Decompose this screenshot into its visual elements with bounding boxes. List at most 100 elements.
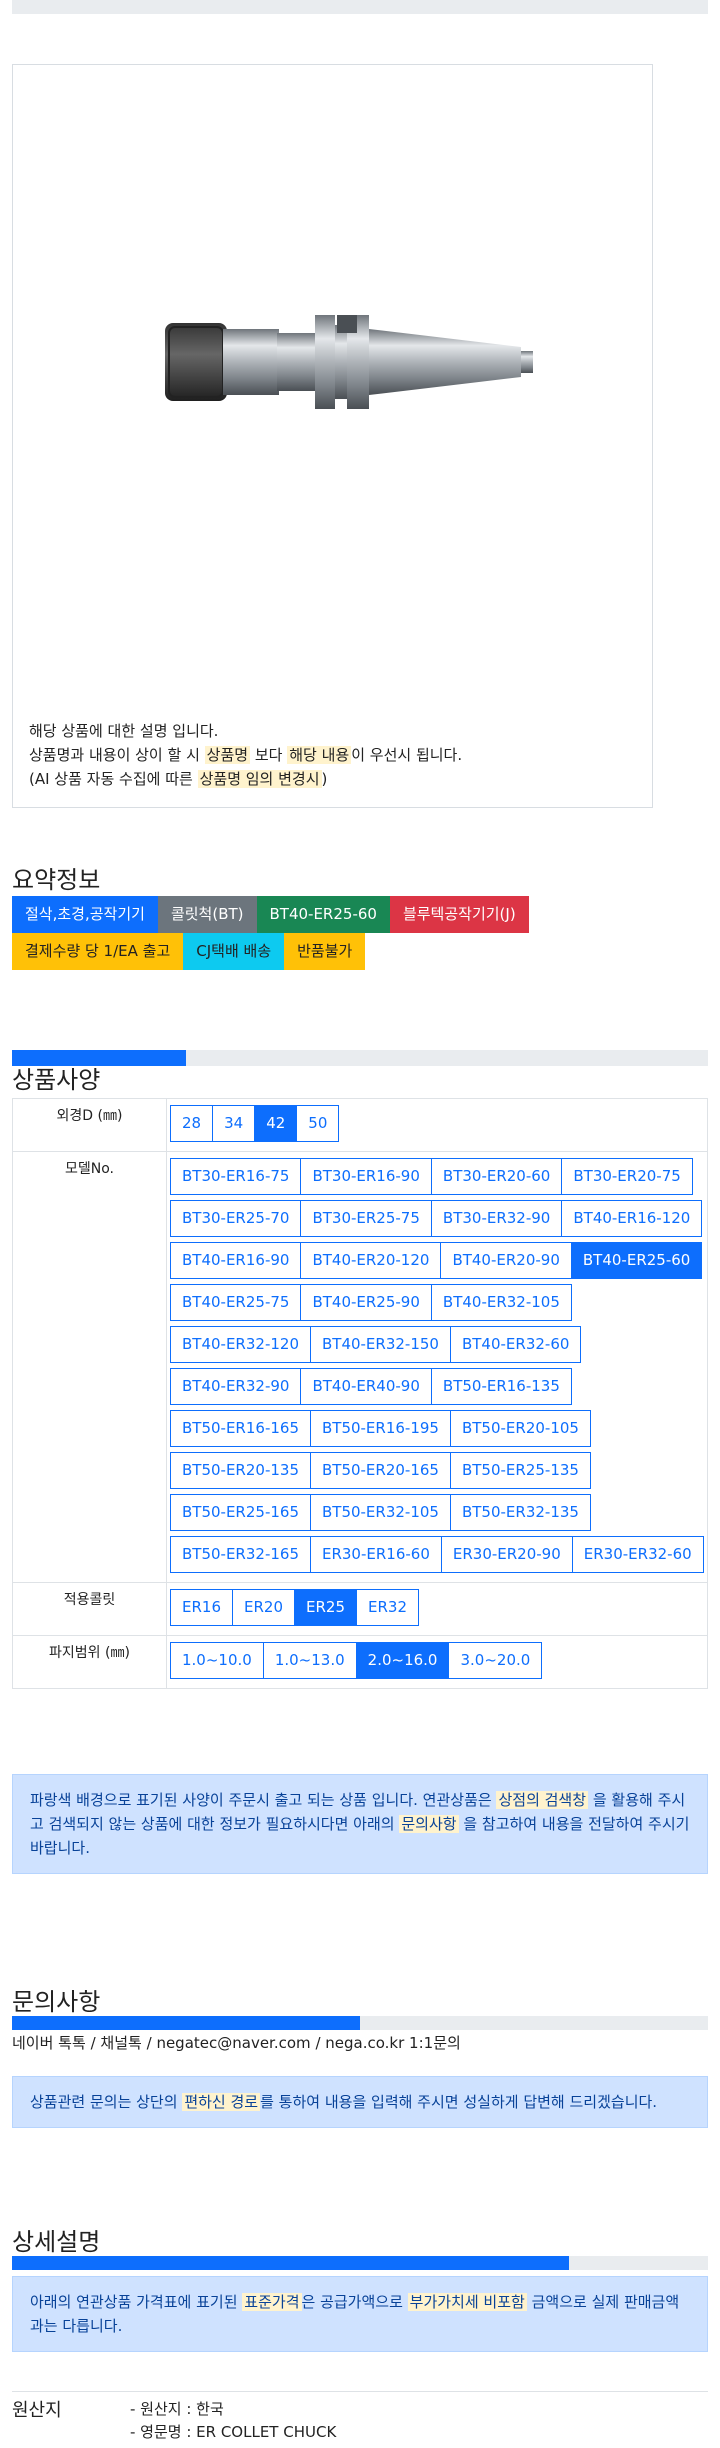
badge-brand[interactable]: 블루텍공작기기(J): [389, 896, 529, 933]
option-button[interactable]: BT30-ER25-70: [170, 1200, 302, 1237]
origin-list: - 원산지 : 한국 - 영문명 : ER COLLET CHUCK: [130, 2398, 336, 2444]
inquiry-progress-fill: [12, 2016, 360, 2030]
option-button[interactable]: BT50-ER25-135: [449, 1452, 591, 1489]
spec-row-collet: 적용콜릿 ER16 ER20 ER25 ER32: [12, 1582, 708, 1636]
contact-site-inquiry[interactable]: nega.co.kr 1:1문의: [325, 2034, 461, 2052]
option-button[interactable]: ER32: [356, 1589, 419, 1626]
notice-text: 아래의 연관상품 가격표에 표기된: [30, 2293, 238, 2311]
separator: /: [90, 2034, 96, 2052]
option-button[interactable]: 42: [254, 1105, 298, 1142]
notice-highlight: 문의사항: [399, 1815, 459, 1833]
option-button[interactable]: BT50-ER32-165: [170, 1536, 311, 1573]
badge-return: 반품불가: [284, 933, 366, 970]
spec-options: 28 34 42 50: [166, 1098, 708, 1152]
contact-email[interactable]: negatec@naver.com: [156, 2034, 310, 2052]
contact-naver-talk[interactable]: 네이버 톡톡: [12, 2034, 86, 2052]
option-button[interactable]: BT40-ER40-90: [300, 1368, 432, 1405]
inquiry-progress: [12, 2016, 708, 2030]
option-button[interactable]: 34: [212, 1105, 256, 1142]
origin-label: 원산지: [12, 2400, 62, 2421]
option-button[interactable]: 50: [296, 1105, 340, 1142]
option-button[interactable]: 1.0~13.0: [262, 1642, 357, 1679]
option-button[interactable]: BT40-ER20-120: [300, 1242, 442, 1279]
option-button[interactable]: BT40-ER32-105: [430, 1284, 572, 1321]
spec-options: 1.0~10.0 1.0~13.0 2.0~16.0 3.0~20.0: [166, 1635, 708, 1689]
image-note-line3: (AI 상품 자동 수집에 따른 상품명 임의 변경시): [29, 767, 462, 791]
badge-category[interactable]: 절삭,초경,공작기기: [12, 896, 158, 933]
spec-options: ER16 ER20 ER25 ER32: [166, 1582, 708, 1636]
inquiry-notice: 상품관련 문의는 상단의 편하신 경로 를 통하여 내용을 입력해 주시면 성실하…: [12, 2076, 708, 2128]
spec-label: 외경D (㎜): [12, 1098, 167, 1152]
option-button[interactable]: BT40-ER32-90: [170, 1368, 302, 1405]
option-button[interactable]: BT40-ER32-120: [170, 1326, 311, 1363]
grip-options: 1.0~10.0 1.0~13.0 2.0~16.0 3.0~20.0: [167, 1642, 707, 1684]
option-button[interactable]: BT50-ER16-135: [430, 1368, 572, 1405]
option-button[interactable]: ER25: [294, 1589, 357, 1626]
option-button[interactable]: 28: [170, 1105, 214, 1142]
contact-channel-talk[interactable]: 채널톡: [100, 2034, 141, 2052]
badge-shipping: CJ택배 배송: [183, 933, 285, 970]
option-button[interactable]: ER16: [170, 1589, 233, 1626]
specs-progress: [12, 1050, 708, 1066]
note-text: ): [321, 770, 328, 788]
option-button[interactable]: BT30-ER20-60: [430, 1158, 563, 1195]
spec-label: 파지범위 (㎜): [12, 1635, 167, 1689]
option-button[interactable]: BT30-ER32-90: [430, 1200, 563, 1237]
note-highlight: 상품명 임의 변경시: [197, 770, 322, 788]
option-button[interactable]: 2.0~16.0: [355, 1642, 450, 1679]
option-button[interactable]: BT40-ER25-75: [170, 1284, 302, 1321]
option-button[interactable]: BT50-ER25-165: [170, 1494, 311, 1531]
option-button[interactable]: BT40-ER20-90: [440, 1242, 572, 1279]
notice-highlight: 표준가격: [242, 2293, 302, 2311]
image-note-line2: 상품명과 내용이 상이 할 시 상품명 보다 해당 내용 이 우선시 됩니다.: [29, 743, 462, 767]
outer-d-options: 28 34 42 50: [167, 1105, 707, 1147]
notice-text: 은 공급가액으로: [301, 2293, 403, 2311]
option-button[interactable]: BT50-ER20-135: [170, 1452, 311, 1489]
option-button[interactable]: BT40-ER32-60: [449, 1326, 582, 1363]
inquiry-title: 문의사항: [12, 1988, 101, 2016]
option-button[interactable]: ER30-ER20-90: [440, 1536, 573, 1573]
separator: /: [146, 2034, 152, 2052]
option-button[interactable]: BT50-ER16-165: [170, 1410, 311, 1447]
option-button[interactable]: BT30-ER20-75: [561, 1158, 693, 1195]
note-highlight: 상품명: [204, 746, 251, 764]
detail-progress: [12, 2256, 708, 2270]
option-button[interactable]: BT40-ER16-90: [170, 1242, 302, 1279]
option-button[interactable]: BT30-ER16-90: [300, 1158, 432, 1195]
option-button[interactable]: 1.0~10.0: [170, 1642, 264, 1679]
collet-options: ER16 ER20 ER25 ER32: [167, 1589, 707, 1631]
specs-title: 상품사양: [12, 1066, 101, 1094]
option-button[interactable]: 3.0~20.0: [448, 1642, 543, 1679]
summary-title: 요약정보: [12, 866, 101, 894]
option-button[interactable]: BT50-ER32-135: [449, 1494, 591, 1531]
option-button[interactable]: BT40-ER32-150: [309, 1326, 451, 1363]
option-button[interactable]: BT30-ER25-75: [300, 1200, 432, 1237]
specs-notice: 파랑색 배경으로 표기된 사양이 주문시 출고 되는 상품 입니다. 연관상품은…: [12, 1774, 708, 1874]
notice-text: 를 통하여 내용을 입력해 주시면 성실하게 답변해 드리겠습니다.: [260, 2093, 658, 2111]
note-text: 상품명과 내용이 상이 할 시: [29, 746, 200, 764]
note-text: 이 우선시 됩니다.: [351, 746, 463, 764]
option-button[interactable]: BT50-ER16-195: [309, 1410, 451, 1447]
note-text: 보다: [254, 746, 283, 764]
option-button[interactable]: ER30-ER32-60: [571, 1536, 704, 1573]
option-button[interactable]: ER30-ER16-60: [309, 1536, 442, 1573]
option-button[interactable]: BT40-ER25-60: [570, 1242, 703, 1279]
option-button[interactable]: BT50-ER32-105: [309, 1494, 451, 1531]
option-button[interactable]: ER20: [232, 1589, 295, 1626]
option-button[interactable]: BT40-ER16-120: [561, 1200, 703, 1237]
contact-line: 네이버 톡톡 / 채널톡 / negatec@naver.com / nega.…: [12, 2032, 461, 2053]
option-button[interactable]: BT40-ER25-90: [300, 1284, 432, 1321]
option-button[interactable]: BT50-ER20-165: [309, 1452, 451, 1489]
spec-row-model: 모델No. BT30-ER16-75 BT30-ER16-90 BT30-ER20-…: [12, 1151, 708, 1583]
summary-badges: 절삭,초경,공작기기 콜릿척(BT) BT40-ER25-60 블루텍공작기기(…: [12, 896, 708, 970]
badge-type[interactable]: 콜릿척(BT): [157, 896, 257, 933]
note-text: (AI 상품 자동 수집에 따른: [29, 770, 193, 788]
option-button[interactable]: BT50-ER20-105: [449, 1410, 591, 1447]
spec-options: BT30-ER16-75 BT30-ER16-90 BT30-ER20-60 BT30…: [166, 1151, 708, 1583]
product-image-card: 해당 상품에 대한 설명 입니다. 상품명과 내용이 상이 할 시 상품명 보다…: [12, 64, 653, 808]
detail-notice: 아래의 연관상품 가격표에 표기된 표준가격 은 공급가액으로 부가가치세 비포함…: [12, 2276, 708, 2352]
option-button[interactable]: BT30-ER16-75: [170, 1158, 302, 1195]
notice-highlight: 부가가치세 비포함: [407, 2293, 527, 2311]
spec-row-grip: 파지범위 (㎜) 1.0~10.0 1.0~13.0 2.0~16.0 3.0~20.…: [12, 1635, 708, 1689]
badge-model[interactable]: BT40-ER25-60: [256, 896, 390, 933]
